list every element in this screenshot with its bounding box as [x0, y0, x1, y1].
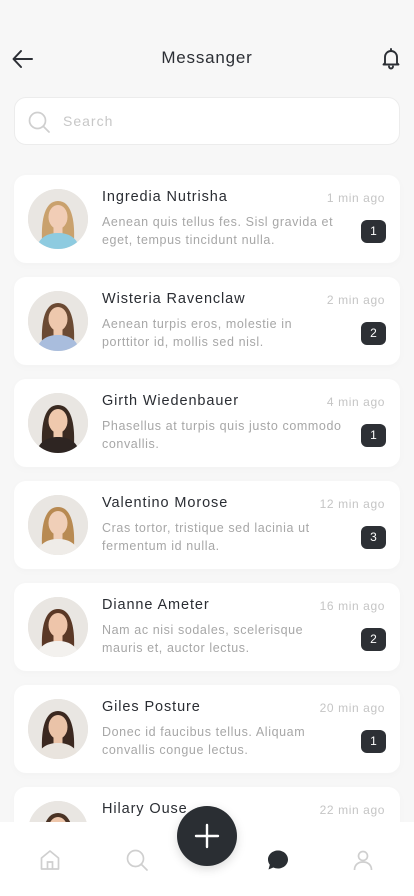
message-time: 22 min ago: [319, 803, 385, 817]
conversation-list: Ingredia Nutrisha 1 min ago Aenean quis te…: [14, 175, 400, 889]
nav-home[interactable]: [38, 848, 62, 872]
avatar-face: [48, 205, 68, 229]
avatar: [28, 699, 88, 759]
unread-badge: 2: [361, 322, 386, 345]
search-icon: [126, 849, 148, 871]
message-preview: Aenean turpis eros, molestie in porttito…: [102, 317, 293, 349]
avatar-face: [48, 613, 68, 637]
avatar: [28, 393, 88, 453]
message-preview: Phasellus at turpis quis justo commodo c…: [102, 419, 342, 451]
unread-badge: 1: [361, 220, 386, 243]
chat-icon: [268, 850, 288, 870]
page-title: Messanger: [161, 48, 253, 67]
conversation-item[interactable]: Giles Posture 20 min ago Donec id faucibus…: [14, 685, 400, 773]
avatar-portrait: [28, 699, 88, 759]
conversation-item[interactable]: Girth Wiedenbauer 4 min ago Phasellus at t…: [14, 379, 400, 467]
avatar: [28, 597, 88, 657]
contact-name: Valentino Morose: [102, 495, 229, 511]
avatar-portrait: [28, 189, 88, 249]
message-time: 2 min ago: [326, 293, 385, 307]
contact-name: Wisteria Ravenclaw: [102, 291, 246, 307]
avatar: [28, 495, 88, 555]
unread-badge: 1: [361, 730, 386, 753]
conversation-item[interactable]: Dianne Ameter 16 min ago Nam ac nisi sodal…: [14, 583, 400, 671]
avatar-portrait: [28, 597, 88, 657]
nav-profile[interactable]: [351, 848, 375, 872]
message-time: 16 min ago: [319, 599, 385, 613]
avatar-portrait: [28, 393, 88, 453]
nav-chat[interactable]: [266, 848, 290, 872]
message-preview: Aenean quis tellus fes. Sisl gravida et …: [102, 215, 334, 247]
conversation-item[interactable]: Wisteria Ravenclaw 2 min ago Aenean turpis…: [14, 277, 400, 365]
contact-name: Girth Wiedenbauer: [102, 393, 239, 409]
avatar-portrait: [28, 291, 88, 351]
plus-icon: [194, 823, 220, 849]
avatar-portrait: [28, 495, 88, 555]
contact-name: Dianne Ameter: [102, 597, 210, 613]
message-preview: Cras tortor, tristique sed lacinia ut fe…: [102, 521, 310, 553]
conversation-item[interactable]: Valentino Morose 12 min ago Cras tortor, t…: [14, 481, 400, 569]
avatar-face: [48, 511, 68, 535]
contact-name: Hilary Ouse: [102, 801, 188, 817]
app-header: Messanger: [0, 0, 414, 96]
avatar: [28, 189, 88, 249]
message-time: 12 min ago: [319, 497, 385, 511]
message-time: 1 min ago: [326, 191, 385, 205]
new-message-button[interactable]: [177, 806, 237, 866]
profile-icon: [353, 850, 373, 871]
unread-badge: 1: [361, 424, 386, 447]
contact-name: Ingredia Nutrisha: [102, 189, 228, 205]
avatar-face: [48, 715, 68, 739]
conversation-item[interactable]: Ingredia Nutrisha 1 min ago Aenean quis te…: [14, 175, 400, 263]
contact-name: Giles Posture: [102, 699, 201, 715]
avatar-face: [48, 409, 68, 433]
message-preview: Nam ac nisi sodales, scelerisque mauris …: [102, 623, 304, 655]
message-preview: Donec id faucibus tellus. Aliquam conval…: [102, 725, 306, 757]
search-input[interactable]: [63, 98, 383, 144]
unread-badge: 3: [361, 526, 386, 549]
avatar-face: [48, 307, 68, 331]
unread-badge: 2: [361, 628, 386, 651]
nav-search[interactable]: [125, 848, 149, 872]
avatar: [28, 291, 88, 351]
notifications-button[interactable]: [378, 45, 404, 71]
search-bar[interactable]: [14, 97, 400, 145]
bell-icon: [382, 48, 400, 70]
home-icon: [40, 850, 60, 870]
search-icon: [28, 111, 50, 133]
message-time: 4 min ago: [326, 395, 385, 409]
message-time: 20 min ago: [319, 701, 385, 715]
